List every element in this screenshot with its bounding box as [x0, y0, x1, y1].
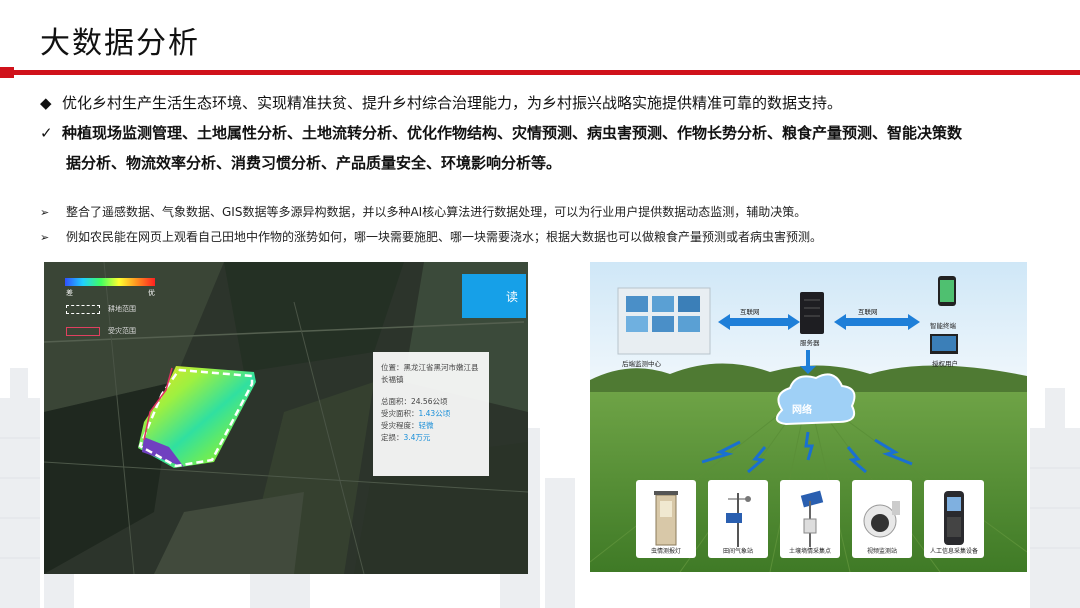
severity-value: 轻微: [418, 421, 434, 430]
server-label: 服务器: [800, 339, 820, 347]
affected-area-value: 1.43公顷: [418, 409, 451, 418]
check-bullet-text-1: 种植现场监测管理、土地属性分析、土地流转分析、优化作物结构、灾情预测、病虫害预测…: [62, 124, 963, 142]
device-label: 田间气象站: [722, 548, 753, 555]
total-area-text: 总面积：24.56公顷: [381, 397, 448, 406]
slide-title: 大数据分析: [40, 26, 200, 61]
sub-bullet-1: ➢ 整合了遥感数据、气象数据、GIS数据等多源异构数据，并以多种AI核心算法进行数…: [40, 203, 806, 220]
device-card-video-station: 视频监测站: [852, 480, 912, 558]
network-diagram-image: 后端监测中心 互联网 互联网 服务器 智能终端 授权用户 网络 虫情测报灯 田间…: [590, 262, 1027, 572]
sub-bullet-2: ➢ 例如农民能在网页上观看自己田地中作物的涨势如何，哪一块需要施肥、哪一块需要浇水…: [40, 228, 822, 245]
sub-bullet-2-text: 例如农民能在网页上观看自己田地中作物的涨势如何，哪一块需要施肥、哪一块需要浇水；…: [66, 230, 823, 244]
legend-color-scale: [65, 278, 155, 286]
internet-left-label: 互联网: [740, 308, 760, 316]
smart-terminal-label: 智能终端: [930, 322, 956, 330]
title-divider: [0, 67, 1080, 78]
device-label: 虫情测报灯: [650, 548, 681, 555]
check-icon: ✓: [40, 124, 53, 142]
device-card-weather-station: 田间气象站: [708, 480, 768, 558]
red-box-icon: [66, 326, 100, 336]
loss-value: 3.4万元: [403, 433, 431, 442]
legend-disaster-label: 受灾范围: [108, 327, 136, 335]
slide: 大数据分析 ◆ 优化乡村生产生活生态环境、实现精准扶贫、提升乡村综合治理能力，为乡…: [0, 0, 1080, 608]
loss-label: 定损：: [381, 433, 404, 442]
monitoring-center-label: 后端监测中心: [622, 360, 661, 368]
internet-right-label: 互联网: [858, 308, 878, 316]
legend-disaster-item: 受灾范围: [66, 326, 136, 336]
arrow-bullet-icon: ➢: [40, 206, 50, 219]
plot-info-card: 位置：黑龙江省黑河市嫩江县长福镇 总面积：24.56公顷 受灾面积：1.43公顷…: [373, 352, 489, 476]
device-label: 人工信息采集设备: [929, 548, 978, 555]
satellite-image: 差 优 耕地范围 受灾范围 读 位置：黑龙江省黑河市嫩江县长福镇 总面积：24.…: [44, 262, 528, 574]
affected-area-row: 受灾面积：1.43公顷: [381, 408, 481, 420]
device-card-soil-sensor: 土壤墒情采集点: [780, 480, 840, 558]
check-bullet-text-2: 据分析、物流效率分析、消费习惯分析、产品质量安全、环境影响分析等。: [66, 154, 562, 172]
dashed-box-icon: [66, 304, 100, 314]
arrow-bullet-icon: ➢: [40, 231, 50, 244]
device-card-pest-lamp: 虫情测报灯: [636, 480, 696, 558]
severity-row: 受灾程度：轻微: [381, 420, 481, 432]
main-bullet: ◆ 优化乡村生产生活生态环境、实现精准扶贫、提升乡村综合治理能力，为乡村振兴战略实…: [40, 92, 842, 113]
affected-area-label: 受灾面积：: [381, 409, 419, 418]
check-bullet: ✓ 种植现场监测管理、土地属性分析、土地流转分析、优化作物结构、灾情预测、病虫害预…: [40, 122, 962, 143]
legend-plot-item: 耕地范围: [66, 304, 136, 314]
legend-high-label: 优: [148, 289, 155, 297]
device-card-manual-collector: 人工信息采集设备: [924, 480, 984, 558]
authorized-user-label: 授权用户: [932, 360, 958, 368]
sub-bullet-1-text: 整合了遥感数据、气象数据、GIS数据等多源异构数据，并以多种AI核心算法进行数据…: [66, 205, 807, 219]
loss-row: 定损：3.4万元: [381, 432, 481, 444]
read-button[interactable]: 读: [462, 274, 526, 318]
severity-label: 受灾程度：: [381, 421, 419, 430]
network-cloud-label: 网络: [792, 405, 812, 416]
diamond-bullet-icon: ◆: [40, 94, 52, 112]
device-label: 视频监测站: [866, 548, 897, 555]
legend-low-label: 差: [66, 289, 73, 297]
legend-plot-label: 耕地范围: [108, 305, 136, 313]
location-text: 位置：黑龙江省黑河市嫩江县长福镇: [381, 363, 479, 384]
main-bullet-text: 优化乡村生产生活生态环境、实现精准扶贫、提升乡村综合治理能力，为乡村振兴战略实施…: [62, 94, 843, 112]
device-label: 土壤墒情采集点: [788, 548, 831, 555]
